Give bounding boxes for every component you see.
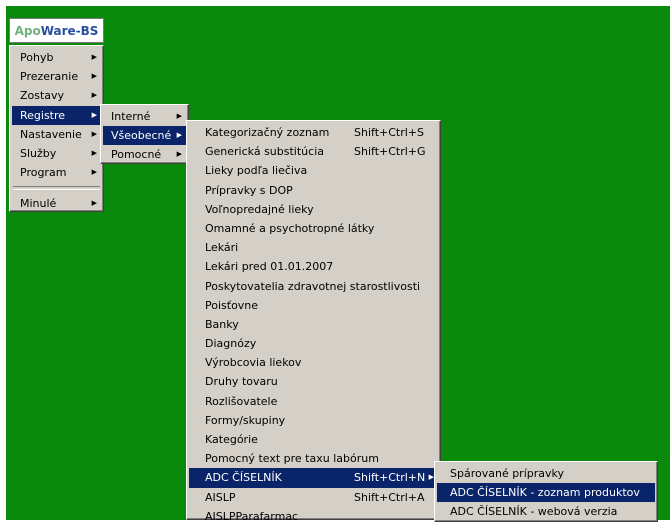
menu-item-label: Pohyb [20, 51, 54, 64]
menu-item-aislp-parafarmac[interactable]: AISLPParafarmac [189, 507, 438, 526]
submenu-arrow-icon: ▶ [176, 112, 182, 120]
menu-item-label: Voľnopredajné lieky [205, 202, 314, 216]
menu-item-druhy-tovaru[interactable]: Druhy tovaru [189, 372, 438, 391]
menu-item-label: Všeobecné [111, 129, 172, 143]
menu-item-adc-webova-verzia[interactable]: ADC ČÍSELNÍK - webová verzia [437, 502, 655, 521]
menu-item-label: Spárované prípravky [450, 467, 565, 480]
menu-item-shortcut: Shift+Ctrl+A [354, 490, 425, 504]
logo-text-ware: Ware-BS [40, 23, 99, 38]
menu-item-adc-zoznam-produktov[interactable]: ADC ČÍSELNÍK - zoznam produktov [437, 483, 655, 503]
menu-item-sparovane-pripravky[interactable]: Spárované prípravky [437, 464, 655, 483]
registre-submenu: Interné ▶ Všeobecné ▶ Pomocné ▶ [100, 104, 189, 164]
menu-item-label: Druhy tovaru [205, 375, 278, 389]
menu-item-label: AISLP [205, 490, 236, 504]
menu-item-pomocny-text[interactable]: Pomocný text pre taxu labórum [189, 449, 438, 468]
menu-item-pripravky-s-dop[interactable]: Prípravky s DOP [189, 181, 438, 200]
menu-item-lekari[interactable]: Lekári [189, 238, 438, 257]
main-menu: Pohyb ▶ Prezeranie ▶ Zostavy ▶ Registre … [9, 45, 104, 212]
vseobecne-submenu: Kategorizačný zoznam Shift+Ctrl+S Generi… [186, 120, 441, 523]
menu-item-rozlisovatele[interactable]: Rozlišovatele [189, 392, 438, 411]
submenu-arrow-icon: ▶ [91, 148, 97, 157]
menu-item-genericka-substitucia[interactable]: Generická substitúcia Shift+Ctrl+G [189, 142, 438, 161]
menu-item-pomocne[interactable]: Pomocné ▶ [103, 145, 186, 164]
menu-item-label: Rozlišovatele [205, 394, 278, 408]
menu-item-pohyb[interactable]: Pohyb ▶ [12, 48, 101, 67]
menu-item-label: Lekári [205, 241, 239, 255]
menu-separator [13, 186, 100, 191]
menu-item-sluzby[interactable]: Služby ▶ [12, 144, 101, 163]
menu-item-poistovne[interactable]: Poisťovne [189, 296, 438, 315]
menu-item-registre[interactable]: Registre ▶ [12, 105, 101, 125]
menu-item-volnopredajne-lieky[interactable]: Voľnopredajné lieky [189, 200, 438, 219]
menu-item-formy-skupiny[interactable]: Formy/skupiny [189, 411, 438, 430]
menu-item-label: Prezeranie [20, 70, 79, 84]
submenu-arrow-icon: ▶ [91, 53, 97, 61]
menu-item-label: Lekári pred 01.01.2007 [205, 260, 334, 274]
menu-item-label: Lieky podľa liečiva [205, 164, 308, 178]
menu-item-lekari-pred-2007[interactable]: Lekári pred 01.01.2007 [189, 257, 438, 276]
menu-item-label: Omamné a psychotropné látky [205, 221, 375, 235]
menu-item-poskytovatelia[interactable]: Poskytovatelia zdravotnej starostlivosti [189, 277, 438, 296]
menu-item-banky[interactable]: Banky [189, 315, 438, 334]
submenu-arrow-icon: ▶ [91, 72, 97, 81]
menu-item-vseobecne[interactable]: Všeobecné ▶ [103, 126, 186, 146]
menu-item-interne[interactable]: Interné ▶ [103, 107, 186, 126]
menu-item-label: Nastavenie [20, 127, 82, 141]
menu-item-label: Prípravky s DOP [205, 183, 293, 197]
submenu-arrow-icon: ▶ [91, 110, 97, 119]
menu-item-nastavenie[interactable]: Nastavenie ▶ [12, 125, 101, 144]
menu-item-label: Poisťovne [205, 298, 259, 312]
submenu-arrow-icon: ▶ [176, 150, 182, 159]
adc-submenu: Spárované prípravky ADC ČÍSELNÍK - zozna… [434, 461, 658, 522]
submenu-arrow-icon: ▶ [91, 129, 97, 138]
menu-item-label: AISLPParafarmac [205, 509, 299, 523]
menu-item-label: Výrobcovia liekov [205, 356, 302, 370]
submenu-arrow-icon: ▶ [91, 168, 97, 177]
menu-item-label: ADC ČÍSELNÍK - zoznam produktov [450, 486, 640, 500]
submenu-arrow-icon: ▶ [91, 199, 97, 208]
menu-item-minule[interactable]: Minulé ▶ [12, 194, 101, 213]
menu-item-shortcut: Shift+Ctrl+N [354, 471, 426, 485]
menu-item-program[interactable]: Program ▶ [12, 163, 101, 182]
menu-item-label: Registre [20, 108, 66, 122]
menu-item-label: Program [20, 166, 67, 180]
menu-item-label: Banky [205, 317, 239, 331]
menu-item-label: Minulé [20, 197, 57, 211]
menu-item-label: Diagnózy [205, 337, 257, 351]
menu-item-label: Interné [111, 110, 151, 123]
menu-item-adc-ciselnik[interactable]: ADC ČÍSELNÍK Shift+Ctrl+N ▶ [189, 468, 438, 488]
menu-item-omamne-latky[interactable]: Omamné a psychotropné látky [189, 219, 438, 238]
menu-item-prezeranie[interactable]: Prezeranie ▶ [12, 67, 101, 86]
menu-item-lieky-podla-lieciva[interactable]: Lieky podľa liečiva [189, 161, 438, 180]
menu-item-label: Kategorizačný zoznam [205, 126, 330, 139]
menu-item-label: Pomocný text pre taxu labórum [205, 452, 379, 466]
menu-item-label: Pomocné [111, 148, 162, 162]
menu-item-vyrobcovia-liekov[interactable]: Výrobcovia liekov [189, 353, 438, 372]
submenu-arrow-icon: ▶ [176, 131, 182, 140]
menu-item-shortcut: Shift+Ctrl+S [354, 126, 424, 139]
menu-item-label: Poskytovatelia zdravotnej starostlivosti [205, 279, 421, 293]
menu-item-diagnozy[interactable]: Diagnózy [189, 334, 438, 353]
menu-item-shortcut: Shift+Ctrl+G [354, 145, 426, 159]
menu-item-label: Zostavy [20, 89, 65, 103]
app-logo: Apo Ware-BS [9, 18, 104, 43]
menu-item-label: Generická substitúcia [205, 145, 324, 159]
menu-item-aislp[interactable]: AISLP Shift+Ctrl+A [189, 488, 438, 507]
menu-item-zostavy[interactable]: Zostavy ▶ [12, 86, 101, 105]
menu-item-label: Služby [20, 146, 57, 160]
submenu-arrow-icon: ▶ [91, 91, 97, 100]
menu-item-label: Formy/skupiny [205, 413, 286, 427]
menu-item-kategorizacny-zoznam[interactable]: Kategorizačný zoznam Shift+Ctrl+S [189, 123, 438, 142]
menu-item-label: ADC ČÍSELNÍK [205, 471, 282, 485]
logo-text-apo: Apo [14, 23, 41, 38]
menu-item-label: ADC ČÍSELNÍK - webová verzia [450, 505, 618, 519]
menu-item-label: Kategórie [205, 433, 258, 446]
menu-item-kategorie[interactable]: Kategórie [189, 430, 438, 449]
